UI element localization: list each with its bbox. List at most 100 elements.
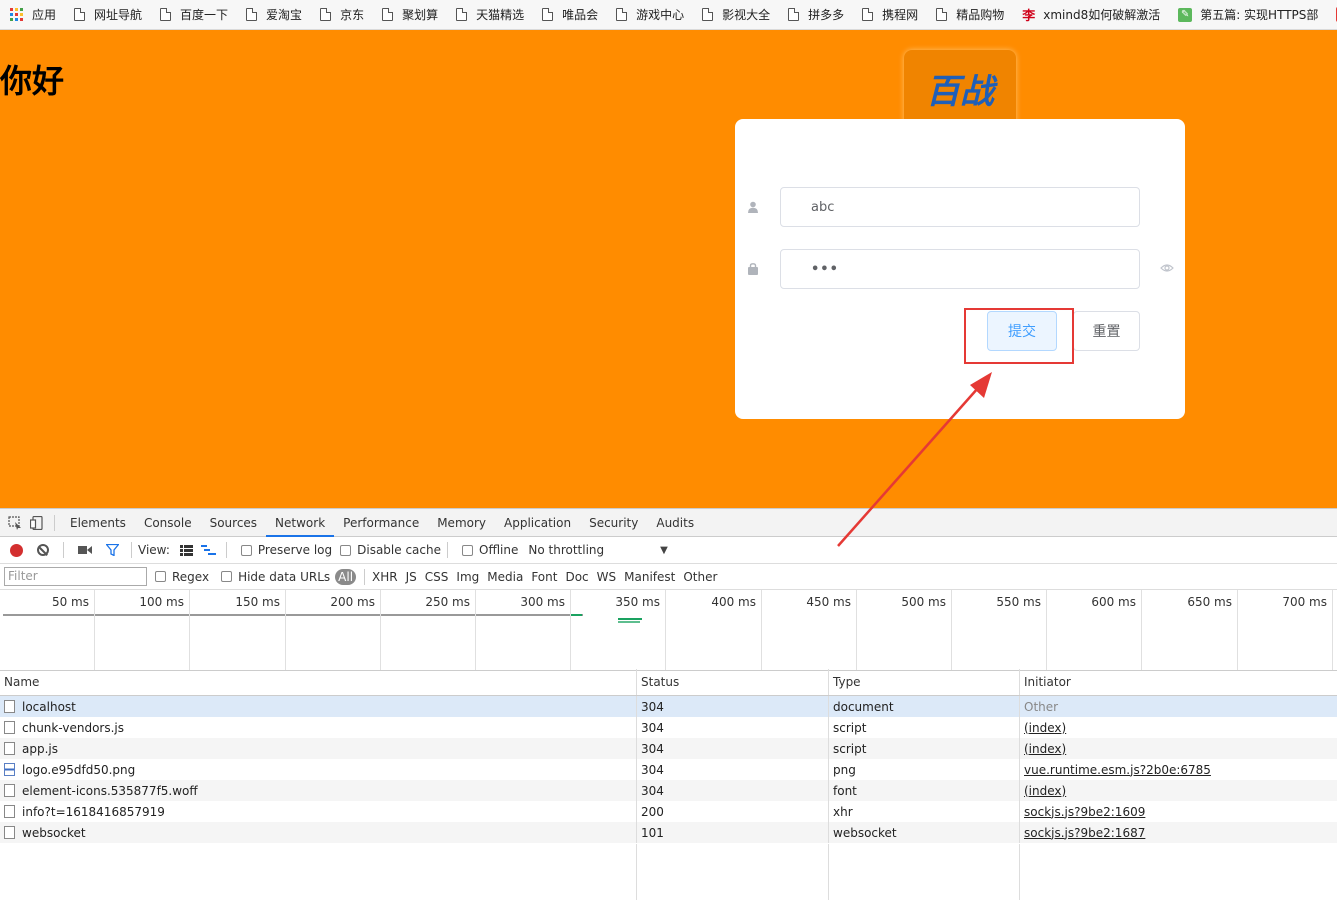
- record-icon[interactable]: [10, 543, 23, 557]
- table-header: Name Status Type Initiator: [0, 669, 1337, 696]
- table-row[interactable]: logo.e95dfd50.png 304 png vue.runtime.esm.j…: [0, 759, 1337, 780]
- column-header-type[interactable]: Type: [829, 669, 1020, 695]
- bookmark-label: 百度一下: [180, 8, 229, 22]
- request-status-cell: 304: [637, 759, 829, 780]
- filter-type-ws[interactable]: WS: [597, 570, 616, 584]
- filter-type-img[interactable]: Img: [456, 570, 479, 584]
- disable-cache-checkbox[interactable]: [340, 544, 352, 556]
- large-rows-icon[interactable]: [179, 544, 193, 556]
- tab-console[interactable]: Console: [135, 509, 201, 537]
- username-input[interactable]: abc: [780, 187, 1140, 227]
- throttling-select[interactable]: No throttling: [528, 543, 604, 557]
- table-row[interactable]: element-icons.535877f5.woff 304 font (index…: [0, 780, 1337, 801]
- waterfall-overview-icon[interactable]: [200, 544, 216, 556]
- bookmark-item[interactable]: 聚划算: [372, 0, 446, 29]
- tab-sources[interactable]: Sources: [201, 509, 266, 537]
- filter-icon[interactable]: [106, 544, 119, 556]
- request-name: websocket: [22, 825, 86, 840]
- bookmark-label: 第五篇: 实现HTTPS部: [1200, 8, 1319, 22]
- document-file-icon: [4, 805, 15, 818]
- chevron-down-icon[interactable]: ▼: [660, 545, 668, 556]
- devtools-panel: Elements Console Sources Network Perform…: [0, 508, 1337, 900]
- bookmark-item[interactable]: 唯品会: [532, 0, 606, 29]
- column-header-status[interactable]: Status: [637, 669, 829, 695]
- filter-type-font[interactable]: Font: [531, 570, 557, 584]
- table-row[interactable]: websocket 101 websocket sockjs.js?9be2:1687: [0, 822, 1337, 843]
- bookmark-item[interactable]: Cnrm: [1326, 0, 1337, 29]
- initiator-link[interactable]: (index): [1024, 784, 1066, 798]
- request-name: chunk-vendors.js: [22, 720, 125, 735]
- page-icon: [702, 8, 714, 21]
- filter-type-xhr[interactable]: XHR: [372, 570, 398, 584]
- table-row[interactable]: chunk-vendors.js 304 script (index): [0, 717, 1337, 738]
- table-body: localhost 304 document Other chunk-vendors.j…: [0, 696, 1337, 843]
- request-initiator-cell: sockjs.js?9be2:1609: [1020, 801, 1337, 822]
- request-status-cell: 304: [637, 696, 829, 717]
- clear-icon[interactable]: [37, 544, 49, 556]
- device-toggle-icon[interactable]: [26, 509, 48, 537]
- bookmark-item[interactable]: 影视大全: [692, 0, 778, 29]
- page-icon: [382, 8, 394, 21]
- bookmark-item[interactable]: 百度一下: [150, 0, 236, 29]
- filter-type-css[interactable]: CSS: [425, 570, 449, 584]
- initiator-link[interactable]: (index): [1024, 721, 1066, 735]
- tab-application[interactable]: Application: [495, 509, 580, 537]
- filter-type-doc[interactable]: Doc: [565, 570, 588, 584]
- request-status-cell: 101: [637, 822, 829, 843]
- bookmark-item[interactable]: 游戏中心: [606, 0, 692, 29]
- page-icon: [246, 8, 258, 21]
- network-overview-timeline[interactable]: 50 ms 100 ms 150 ms 200 ms 250 ms 300 ms 350 m…: [0, 590, 1337, 671]
- filter-type-other[interactable]: Other: [683, 570, 717, 584]
- request-name: app.js: [22, 741, 58, 756]
- preserve-log-checkbox[interactable]: [240, 544, 252, 556]
- filter-type-media[interactable]: Media: [487, 570, 523, 584]
- page-icon: [542, 8, 554, 21]
- bookmark-item[interactable]: 京东: [310, 0, 372, 29]
- bookmark-item[interactable]: 携程网: [852, 0, 926, 29]
- table-row[interactable]: app.js 304 script (index): [0, 738, 1337, 759]
- initiator-link[interactable]: vue.runtime.esm.js?2b0e:6785: [1024, 763, 1211, 777]
- tab-performance[interactable]: Performance: [334, 509, 428, 537]
- request-status-cell: 200: [637, 801, 829, 822]
- bookmark-item[interactable]: 爱淘宝: [236, 0, 310, 29]
- filter-type-js[interactable]: JS: [406, 570, 417, 584]
- initiator-link[interactable]: sockjs.js?9be2:1687: [1024, 826, 1145, 840]
- column-header-name[interactable]: Name: [0, 669, 637, 695]
- table-row[interactable]: localhost 304 document Other: [0, 696, 1337, 717]
- eye-icon[interactable]: [1160, 263, 1174, 273]
- tab-elements[interactable]: Elements: [61, 509, 135, 537]
- request-type-cell: websocket: [829, 822, 1020, 843]
- bookmark-item[interactable]: 网址导航: [64, 0, 150, 29]
- screenshot-capture-icon[interactable]: [78, 545, 92, 555]
- tab-audits[interactable]: Audits: [647, 509, 703, 537]
- offline-checkbox[interactable]: [462, 544, 473, 556]
- column-header-initiator[interactable]: Initiator: [1020, 669, 1337, 695]
- inspect-element-icon[interactable]: [4, 509, 26, 537]
- request-initiator-cell: vue.runtime.esm.js?2b0e:6785: [1020, 759, 1337, 780]
- filter-type-manifest[interactable]: Manifest: [624, 570, 675, 584]
- filter-bar: Filter Regex Hide data URLs All XHR JS C…: [0, 564, 1337, 590]
- hide-data-urls-checkbox[interactable]: [221, 571, 233, 582]
- tab-security[interactable]: Security: [580, 509, 647, 537]
- regex-checkbox[interactable]: [155, 571, 166, 582]
- filter-type-all[interactable]: All: [335, 568, 357, 585]
- password-input[interactable]: •••: [780, 249, 1140, 289]
- page-icon: [74, 8, 86, 21]
- tab-network[interactable]: Network: [266, 509, 335, 537]
- tab-memory[interactable]: Memory: [428, 509, 495, 537]
- reset-button[interactable]: 重置: [1073, 311, 1140, 351]
- page-icon: [160, 8, 172, 21]
- initiator-link[interactable]: sockjs.js?9be2:1609: [1024, 805, 1145, 819]
- request-type-cell: script: [829, 717, 1020, 738]
- bookmark-item[interactable]: ✎ 第五篇: 实现HTTPS部: [1168, 0, 1326, 29]
- bookmarks-bar: 应用 网址导航 百度一下 爱淘宝 京东 聚划算 天猫精选 唯品会 游戏中心 影视…: [0, 0, 1337, 30]
- bookmark-item[interactable]: 拼多多: [778, 0, 852, 29]
- bookmark-item[interactable]: 精品购物: [926, 0, 1012, 29]
- initiator-link[interactable]: (index): [1024, 742, 1066, 756]
- bookmark-item[interactable]: 李 xmind8如何破解激活: [1012, 0, 1168, 29]
- bookmark-apps[interactable]: 应用: [0, 0, 64, 29]
- bookmark-item[interactable]: 天猫精选: [446, 0, 532, 29]
- timeline-gridline: [0, 590, 1333, 670]
- filter-input[interactable]: Filter: [4, 567, 147, 586]
- table-row[interactable]: info?t=1618416857919 200 xhr sockjs.js?9be2…: [0, 801, 1337, 822]
